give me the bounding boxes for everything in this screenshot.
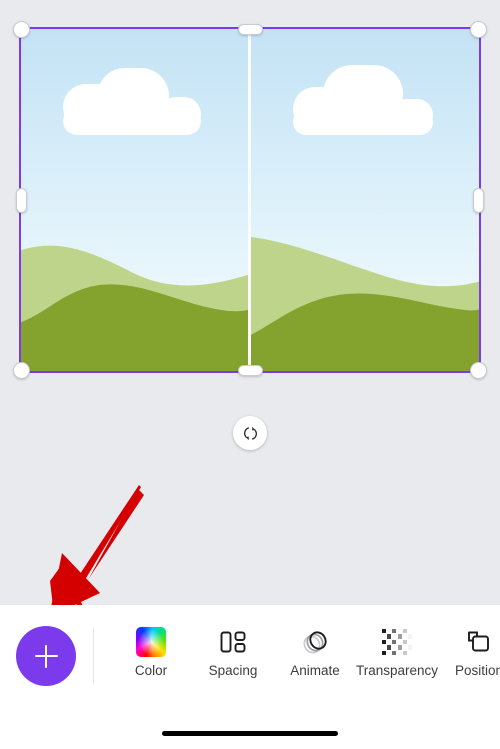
animate-icon (303, 631, 327, 654)
checker-cell (402, 650, 407, 655)
checker-cell (397, 634, 402, 639)
home-indicator-bar (162, 731, 338, 736)
checker-cell (392, 629, 397, 634)
checker-cell (408, 640, 412, 644)
checker-cell (382, 629, 386, 634)
color-gradient-icon (136, 627, 166, 657)
tool-label-spacing: Spacing (208, 663, 258, 678)
toolbar-divider (93, 628, 94, 684)
spacing-icon-wrap (218, 621, 248, 663)
tool-item-position[interactable]: Position (438, 621, 500, 679)
plus-icon (44, 644, 48, 668)
checker-cell (392, 634, 396, 638)
checker-cell (398, 640, 402, 644)
tool-item-transparency[interactable]: Transparency (356, 621, 438, 679)
checker-cell (403, 645, 407, 649)
spacing-icon (220, 631, 246, 653)
checker-cell (407, 645, 412, 650)
tool-item-spacing[interactable]: Spacing (192, 621, 274, 679)
tool-label-transparency: Transparency (355, 663, 439, 678)
checker-cell (392, 650, 397, 655)
transparency-checker-icon (382, 629, 412, 655)
checker-cell (403, 634, 407, 638)
landscape-panel-right[interactable] (251, 27, 481, 373)
hills-illustration (19, 245, 248, 373)
tool-label-animate: Animate (290, 663, 340, 678)
tool-label-position: Position (454, 663, 500, 678)
checker-cell (408, 629, 412, 633)
checker-cell (392, 645, 396, 649)
animate-icon-wrap (300, 621, 330, 663)
design-canvas[interactable] (0, 0, 500, 605)
checker-cell (397, 645, 402, 650)
rotate-icon (243, 426, 257, 440)
tool-label-color: Color (134, 663, 168, 678)
bottom-toolbar: Color Spacing Animate Transparency Posit… (0, 605, 500, 749)
cloud-shape (293, 109, 433, 135)
add-button[interactable] (16, 626, 76, 686)
tool-list[interactable]: Color Spacing Animate Transparency Posit… (110, 621, 500, 701)
checker-cell (382, 634, 386, 638)
checker-cell (407, 634, 412, 639)
checker-cell (387, 645, 392, 650)
hills-illustration (251, 237, 481, 373)
checker-cell (387, 640, 391, 644)
checker-cell (382, 650, 386, 655)
position-icon-wrap (464, 621, 494, 663)
checker-cell (387, 629, 391, 633)
artwork-group[interactable] (19, 27, 481, 373)
checker-cell (382, 639, 386, 645)
checker-cell (398, 629, 402, 633)
checker-cell (392, 639, 397, 645)
checker-cell (387, 634, 392, 639)
checker-cell (382, 645, 386, 649)
transparency-icon-wrap (382, 621, 412, 663)
tool-item-animate[interactable]: Animate (274, 621, 356, 679)
checker-cell (408, 651, 412, 655)
annotation-arrow-icon (50, 485, 144, 605)
landscape-panel-left[interactable] (19, 27, 248, 373)
checker-cell (402, 639, 407, 645)
tool-item-color[interactable]: Color (110, 621, 192, 679)
position-icon (468, 631, 489, 652)
checker-cell (398, 651, 402, 655)
checker-cell (387, 651, 391, 655)
cloud-shape (63, 107, 201, 135)
checker-cell (402, 629, 407, 634)
rotate-handle-button[interactable] (233, 416, 267, 450)
color-gradient-icon-wrap (136, 621, 166, 663)
